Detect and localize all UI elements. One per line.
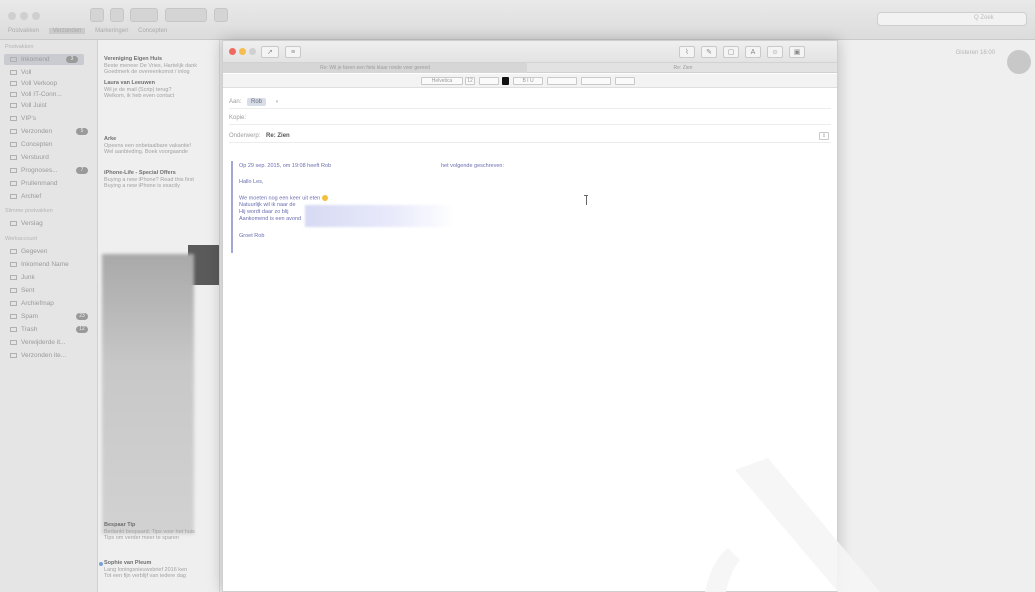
watermark xyxy=(705,458,880,592)
